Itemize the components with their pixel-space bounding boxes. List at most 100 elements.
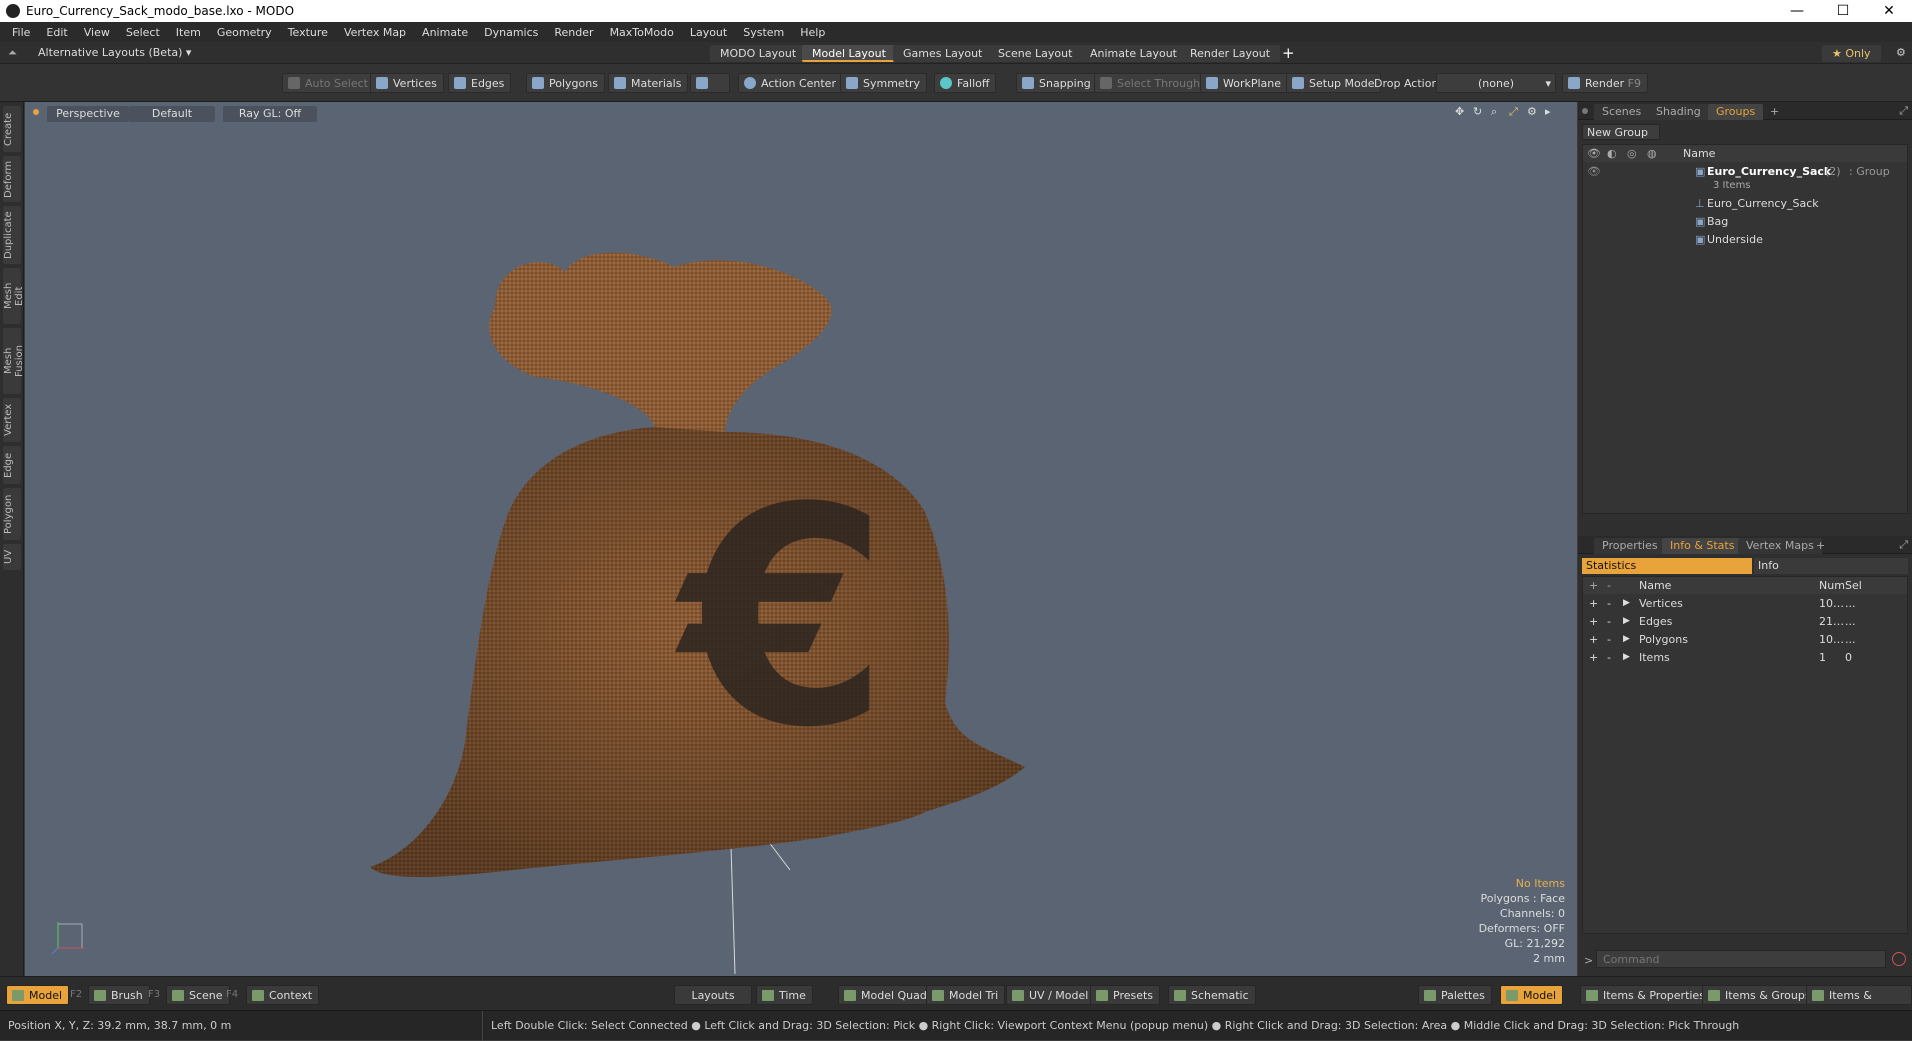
maximize-panel-icon[interactable]: ⤢ xyxy=(1899,104,1908,118)
expand-all-icon[interactable]: + xyxy=(1589,577,1598,594)
list-item[interactable]: ⊥ Euro_Currency_Sack xyxy=(1583,195,1907,212)
render-button[interactable]: Render F9 xyxy=(1562,73,1648,93)
uv-model-button[interactable]: UV / Model xyxy=(1006,985,1096,1005)
gear-icon[interactable]: ⚙ xyxy=(1896,46,1906,59)
add-tab-button[interactable]: + xyxy=(1808,538,1833,554)
remove-icon[interactable]: - xyxy=(1607,613,1611,630)
command-input[interactable] xyxy=(1596,950,1886,968)
record-icon[interactable] xyxy=(1892,952,1906,966)
collapse-all-icon[interactable]: - xyxy=(1607,577,1611,594)
list-item[interactable]: ▣ Underside xyxy=(1583,231,1907,248)
items-groups-button[interactable]: Items & Groups xyxy=(1702,985,1818,1005)
materials-button[interactable]: Materials xyxy=(608,73,689,93)
menu-file[interactable]: File xyxy=(4,26,38,39)
model-tri-button[interactable]: Model Tri xyxy=(926,985,1006,1005)
add-tab-button[interactable]: + xyxy=(1762,104,1787,120)
auto-select-button[interactable]: Auto Select xyxy=(282,73,375,93)
tab-scenes[interactable]: Scenes xyxy=(1594,104,1650,120)
tab-mesh-fusion[interactable]: Mesh Fusion xyxy=(3,328,25,394)
menu-edit[interactable]: Edit xyxy=(38,26,75,39)
vertices-button[interactable]: Vertices xyxy=(370,73,444,93)
remove-icon[interactable]: - xyxy=(1607,649,1611,666)
tab-animate-layout[interactable]: Animate Layout xyxy=(1080,45,1187,62)
close-button[interactable]: ✕ xyxy=(1866,3,1912,19)
workplane-button[interactable]: WorkPlane xyxy=(1200,73,1289,93)
minimize-button[interactable]: — xyxy=(1774,3,1820,19)
expand-arrow-icon[interactable]: ▶ xyxy=(1623,613,1630,630)
drop-action-select[interactable]: (none) ▾ xyxy=(1436,73,1556,93)
menu-render[interactable]: Render xyxy=(546,26,601,39)
table-row[interactable]: + - ▶ Items 1 0 xyxy=(1583,649,1907,666)
tab-games-layout[interactable]: Games Layout xyxy=(893,45,993,62)
add-icon[interactable]: + xyxy=(1589,649,1598,666)
menu-system[interactable]: System xyxy=(735,26,792,39)
tab-render-layout[interactable]: Render Layout xyxy=(1180,45,1281,62)
eye-icon[interactable]: 👁 xyxy=(1587,145,1601,162)
model-mode-button[interactable]: Model xyxy=(6,985,70,1005)
tab-groups[interactable]: Groups xyxy=(1708,104,1764,120)
panel-dot-icon[interactable] xyxy=(1582,108,1588,114)
menu-help[interactable]: Help xyxy=(792,26,833,39)
new-group-button[interactable]: New Group xyxy=(1582,124,1660,140)
menu-dynamics[interactable]: Dynamics xyxy=(476,26,546,39)
tab-shading[interactable]: Shading xyxy=(1648,104,1709,120)
menu-view[interactable]: View xyxy=(76,26,118,39)
3d-viewport[interactable]: Perspective Default Ray GL: Off ✥ ↻ ⌕ ⤢ … xyxy=(25,102,1577,976)
falloff-button[interactable]: Falloff xyxy=(934,73,997,93)
list-item[interactable]: ▣ Bag xyxy=(1583,213,1907,230)
tab-properties[interactable]: Properties xyxy=(1594,538,1666,554)
tab-create[interactable]: Create xyxy=(3,106,21,152)
schematic-button[interactable]: Schematic xyxy=(1168,985,1256,1005)
tab-uv[interactable]: UV xyxy=(3,544,21,570)
collapse-icon[interactable]: ⏶ xyxy=(8,46,17,60)
action-center-button[interactable]: Action Center xyxy=(738,73,843,93)
brush-mode-button[interactable]: Brush xyxy=(88,985,150,1005)
render-toggle-icon[interactable]: ◎ xyxy=(1627,145,1637,162)
tab-polygon[interactable]: Polygon xyxy=(3,488,21,540)
model-layout-button[interactable]: Model xyxy=(1500,985,1564,1005)
remove-icon[interactable]: - xyxy=(1607,595,1611,612)
table-row[interactable]: + - ▶ Vertices 10…... xyxy=(1583,595,1907,612)
menu-select[interactable]: Select xyxy=(118,26,168,39)
presets-button[interactable]: Presets xyxy=(1090,985,1161,1005)
scene-mode-button[interactable]: Scene xyxy=(166,985,230,1005)
add-icon[interactable]: + xyxy=(1589,631,1598,648)
tab-model-layout[interactable]: Model Layout xyxy=(802,45,896,62)
expand-arrow-icon[interactable]: ▶ xyxy=(1623,649,1630,666)
tab-duplicate[interactable]: Duplicate xyxy=(3,206,21,264)
select-through-button[interactable]: Select Through xyxy=(1094,73,1208,93)
context-mode-button[interactable]: Context xyxy=(246,985,320,1005)
select-mode-button[interactable] xyxy=(690,73,730,93)
model-quad-button[interactable]: Model Quad xyxy=(838,985,934,1005)
tab-info-stats[interactable]: Info & Stats xyxy=(1662,538,1743,554)
eye-icon[interactable]: 👁 xyxy=(1587,163,1601,180)
palettes-button[interactable]: Palettes xyxy=(1418,985,1492,1005)
add-icon[interactable]: + xyxy=(1589,613,1598,630)
menu-geometry[interactable]: Geometry xyxy=(209,26,280,39)
tab-edge[interactable]: Edge xyxy=(3,446,21,484)
edges-button[interactable]: Edges xyxy=(448,73,512,93)
tab-mesh-edit[interactable]: Mesh Edit xyxy=(3,268,25,324)
menu-maxtomodo[interactable]: MaxToModo xyxy=(602,26,682,39)
time-button[interactable]: Time xyxy=(756,985,813,1005)
maximize-button[interactable]: ☐ xyxy=(1820,3,1866,19)
tab-modo-layout[interactable]: MODO Layout xyxy=(710,45,807,62)
tab-deform[interactable]: Deform xyxy=(3,156,21,202)
layouts-button[interactable]: Layouts xyxy=(674,985,752,1005)
items-shading-button[interactable]: Items & Shading xyxy=(1806,985,1912,1022)
remove-icon[interactable]: - xyxy=(1607,631,1611,648)
setup-mode-button[interactable]: Setup Mode xyxy=(1286,73,1382,93)
info-tab[interactable]: Info xyxy=(1754,558,1908,574)
menu-vertex-map[interactable]: Vertex Map xyxy=(336,26,414,39)
add-icon[interactable]: + xyxy=(1589,595,1598,612)
snapping-button[interactable]: Snapping xyxy=(1016,73,1098,93)
menu-layout[interactable]: Layout xyxy=(682,26,735,39)
menu-texture[interactable]: Texture xyxy=(280,26,336,39)
expand-arrow-icon[interactable]: ▶ xyxy=(1623,631,1630,648)
add-layout-button[interactable]: + xyxy=(1282,44,1295,62)
only-toggle[interactable]: ★ Only xyxy=(1822,45,1881,62)
expand-arrow-icon[interactable]: ▶ xyxy=(1623,595,1630,612)
table-row[interactable]: + - ▶ Edges 21…... xyxy=(1583,613,1907,630)
table-row[interactable]: + - ▶ Polygons 10…... xyxy=(1583,631,1907,648)
statistics-tab[interactable]: Statistics xyxy=(1582,558,1752,574)
